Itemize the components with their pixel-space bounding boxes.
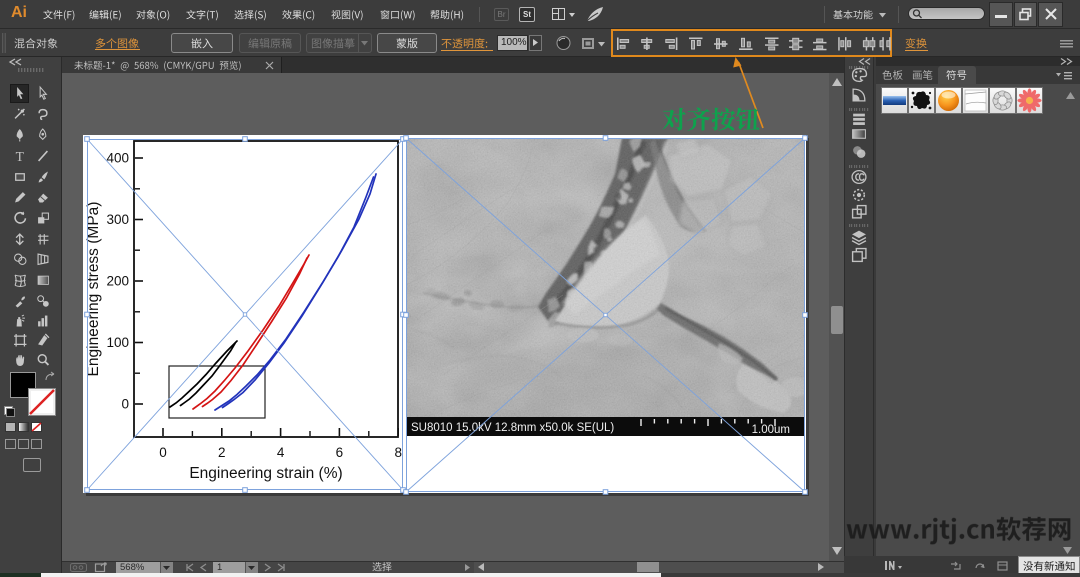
- svg-text:4: 4: [277, 445, 285, 460]
- svg-text:0: 0: [121, 397, 129, 412]
- svg-text:T: T: [16, 149, 24, 164]
- svg-text:8: 8: [394, 445, 402, 460]
- svg-text:SU8010 15.0kV 12.8mm x50.0k SE: SU8010 15.0kV 12.8mm x50.0k SE(UL): [411, 422, 614, 434]
- svg-text:300: 300: [106, 212, 129, 227]
- svg-text:0: 0: [159, 445, 167, 460]
- svg-text:Engineering strain (%): Engineering strain (%): [189, 465, 342, 482]
- svg-text:2: 2: [218, 445, 226, 460]
- svg-text:1.00um: 1.00um: [752, 424, 790, 436]
- svg-text:100: 100: [106, 335, 129, 350]
- svg-text:400: 400: [106, 151, 129, 166]
- svg-text:6: 6: [336, 445, 344, 460]
- svg-text:200: 200: [106, 274, 129, 289]
